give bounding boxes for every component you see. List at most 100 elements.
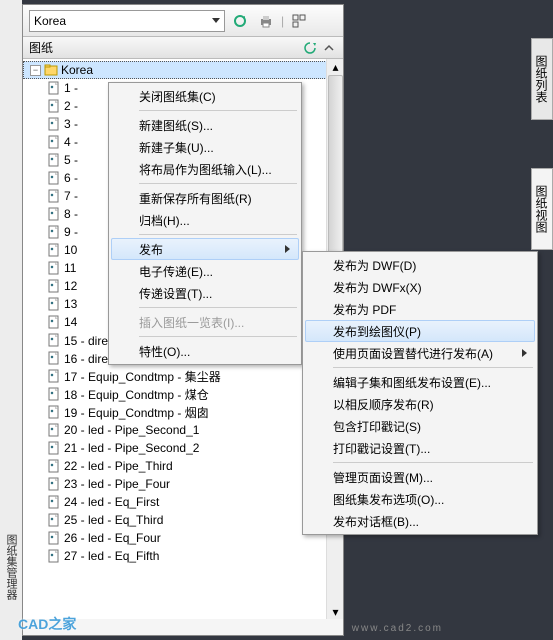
menu-separator	[333, 367, 533, 368]
tree-label: 25 - led - Eq_Third	[64, 513, 163, 527]
menu-label: 打印戳记设置(T)...	[333, 440, 430, 457]
menu-item[interactable]: 以相反顺序发布(R)	[305, 393, 535, 415]
menu-item[interactable]: 将布局作为图纸输入(L)...	[111, 158, 299, 180]
menu-item[interactable]: 使用页面设置替代进行发布(A)	[305, 342, 535, 364]
tree-label: 23 - led - Pipe_Four	[64, 477, 170, 491]
tree-label: 1 -	[64, 81, 78, 95]
menu-label: 归档(H)...	[139, 212, 190, 229]
menu-item[interactable]: 归档(H)...	[111, 209, 299, 231]
menu-item[interactable]: 发布到绘图仪(P)	[305, 320, 535, 342]
tree-label: 21 - led - Pipe_Second_2	[64, 441, 199, 455]
menu-label: 管理页面设置(M)...	[333, 469, 433, 486]
menu-item[interactable]: 发布为 DWF(D)	[305, 254, 535, 276]
sheet-icon	[47, 279, 61, 293]
sheet-icon	[47, 405, 61, 419]
sheet-icon	[47, 207, 61, 221]
sheet-icon	[47, 225, 61, 239]
menu-label: 电子传递(E)...	[139, 263, 213, 280]
sheet-icon	[47, 459, 61, 473]
collapse-icon[interactable]	[321, 40, 337, 56]
tree-label: 9 -	[64, 225, 78, 239]
dropdown-value: Korea	[34, 14, 66, 28]
expander-icon[interactable]: −	[30, 65, 41, 76]
menu-item[interactable]: 特性(O)...	[111, 340, 299, 362]
menu-item[interactable]: 发布对话框(B)...	[305, 510, 535, 532]
sheet-icon	[47, 297, 61, 311]
menu-item[interactable]: 重新保存所有图纸(R)	[111, 187, 299, 209]
tree-item[interactable]: 17 - Equip_Condtmp - 集尘器	[23, 367, 343, 385]
sheet-icon	[47, 531, 61, 545]
tree-label: 10	[64, 243, 77, 257]
menu-label: 发布为 PDF	[333, 301, 396, 318]
menu-item[interactable]: 新建子集(U)...	[111, 136, 299, 158]
tree-label: 22 - led - Pipe_Third	[64, 459, 173, 473]
sheet-icon	[47, 99, 61, 113]
scroll-up-icon[interactable]: ▴	[328, 59, 343, 74]
menu-separator	[139, 234, 297, 235]
sheet-icon	[47, 171, 61, 185]
publish-submenu: 发布为 DWF(D)发布为 DWFx(X) 发布为 PDF 发布到绘图仪(P) 使用页…	[302, 251, 538, 535]
menu-item[interactable]: 发布为 DWFx(X)	[305, 276, 535, 298]
tree-label: 24 - led - Eq_First	[64, 495, 159, 509]
tree-label: 11	[64, 261, 76, 275]
menu-item[interactable]: 管理页面设置(M)...	[305, 466, 535, 488]
tree-item[interactable]: 21 - led - Pipe_Second_2	[23, 439, 343, 457]
menu-item[interactable]: 发布为 PDF	[305, 298, 535, 320]
menu-label: 新建图纸(S)...	[139, 117, 213, 134]
tree-root[interactable]: −Korea	[23, 61, 343, 79]
scroll-down-icon[interactable]: ▾	[328, 604, 343, 619]
menu-label: 发布到绘图仪(P)	[333, 323, 421, 340]
menu-item[interactable]: 图纸集发布选项(O)...	[305, 488, 535, 510]
tree-item[interactable]: 26 - led - Eq_Four	[23, 529, 343, 547]
sheet-icon	[47, 135, 61, 149]
chevron-down-icon	[212, 18, 220, 23]
sheet-icon	[47, 351, 61, 365]
menu-item[interactable]: 打印戳记设置(T)...	[305, 437, 535, 459]
menu-label: 图纸集发布选项(O)...	[333, 491, 444, 508]
menu-item[interactable]: 编辑子集和图纸发布设置(E)...	[305, 371, 535, 393]
menu-item[interactable]: 传递设置(T)...	[111, 282, 299, 304]
tree-label: 26 - led - Eq_Four	[64, 531, 161, 545]
sheet-icon	[47, 243, 61, 257]
layout-button[interactable]	[288, 10, 310, 32]
tree-label: 2 -	[64, 99, 78, 113]
tab-sheet-list[interactable]: 图纸列表	[531, 38, 553, 120]
menu-separator	[333, 462, 533, 463]
menu-item[interactable]: 电子传递(E)...	[111, 260, 299, 282]
sheet-icon	[47, 117, 61, 131]
sheet-icon	[47, 387, 61, 401]
refresh-button[interactable]	[229, 10, 251, 32]
tree-item[interactable]: 24 - led - Eq_First	[23, 493, 343, 511]
tree-item[interactable]: 27 - led - Eq_Fifth	[23, 547, 343, 565]
refresh-icon[interactable]	[302, 40, 318, 56]
tree-label: 5 -	[64, 153, 78, 167]
tree-label: 27 - led - Eq_Fifth	[64, 549, 159, 563]
tree-item[interactable]: 18 - Equip_Condtmp - 煤仓	[23, 385, 343, 403]
sheet-icon	[47, 369, 61, 383]
section-header: 图纸	[23, 37, 343, 59]
tree-item[interactable]: 20 - led - Pipe_Second_1	[23, 421, 343, 439]
menu-item[interactable]: 新建图纸(S)...	[111, 114, 299, 136]
sheet-set-dropdown[interactable]: Korea	[29, 10, 225, 32]
menu-label: 插入图纸一览表(I)...	[139, 314, 244, 331]
tree-label: 14	[64, 315, 77, 329]
sheet-icon	[47, 333, 61, 347]
menu-item[interactable]: 关闭图纸集(C)	[111, 85, 299, 107]
menu-item[interactable]: 包含打印戳记(S)	[305, 415, 535, 437]
tree-item[interactable]: 23 - led - Pipe_Four	[23, 475, 343, 493]
tab-sheet-view[interactable]: 图纸视图	[531, 168, 553, 250]
menu-item[interactable]: 发布	[111, 238, 299, 260]
tree-label: 18 - Equip_Condtmp - 煤仓	[64, 386, 209, 403]
tree-item[interactable]: 19 - Equip_Condtmp - 烟囱	[23, 403, 343, 421]
tree-item[interactable]: 22 - led - Pipe_Third	[23, 457, 343, 475]
menu-label: 编辑子集和图纸发布设置(E)...	[333, 374, 491, 391]
submenu-arrow-icon	[285, 245, 290, 253]
tree-item[interactable]: 25 - led - Eq_Third	[23, 511, 343, 529]
menu-label: 关闭图纸集(C)	[139, 88, 216, 105]
print-button[interactable]	[255, 10, 277, 32]
sheet-icon	[47, 477, 61, 491]
sheet-icon	[47, 441, 61, 455]
menu-label: 重新保存所有图纸(R)	[139, 190, 252, 207]
menu-label: 传递设置(T)...	[139, 285, 212, 302]
watermark-url: www.cad2.com	[352, 623, 443, 634]
